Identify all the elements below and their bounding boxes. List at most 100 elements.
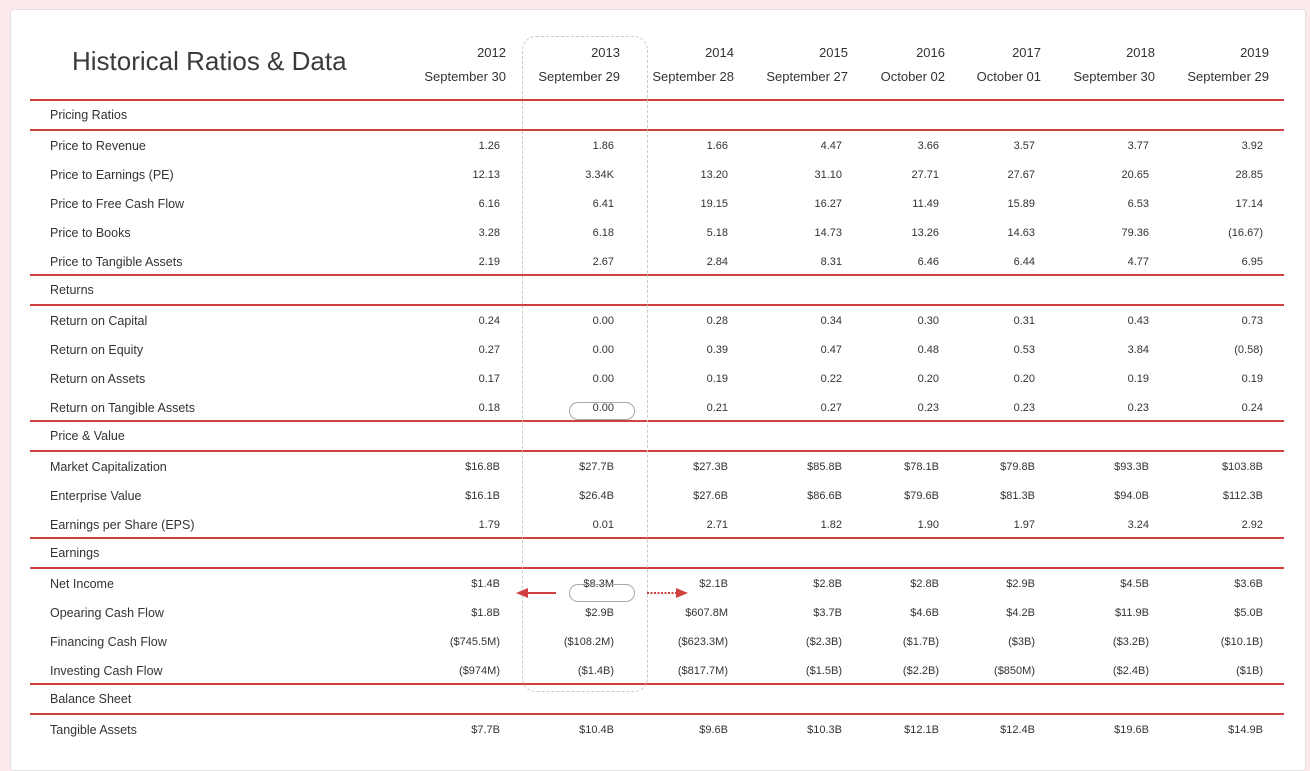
column-date: October 01	[976, 69, 1041, 84]
row-value: 0.34	[820, 315, 842, 327]
row-value: $81.3B	[1000, 490, 1035, 502]
row-value: 27.71	[911, 169, 939, 181]
column-year: 2018	[1126, 45, 1155, 60]
row-value: 6.16	[478, 198, 500, 210]
row-value: (16.67)	[1228, 227, 1263, 239]
row-value: 0.23	[917, 402, 939, 414]
column-date: September 29	[1187, 69, 1269, 84]
row-value: 0.23	[1013, 402, 1035, 414]
row-value: 0.27	[478, 344, 500, 356]
row-value: $112.3B	[1222, 490, 1263, 502]
row-label: Return on Equity	[50, 343, 144, 357]
row-value: 16.27	[814, 198, 842, 210]
row-value: ($745.5M)	[449, 636, 500, 648]
arrow-left-icon	[516, 588, 556, 598]
table-row: Price to Earnings (PE) 12.13 3.34K 13.20 31.…	[0, 161, 1310, 190]
row-value: $79.6B	[904, 490, 939, 502]
row-value: 5.18	[706, 227, 728, 239]
table-row: Opearing Cash Flow $1.8B $2.9B $607.8M $3.7B…	[0, 599, 1310, 628]
row-value: 4.77	[1127, 256, 1149, 268]
row-value: ($817.7M)	[677, 665, 728, 677]
section-header: Returns	[50, 283, 94, 297]
row-value: 14.63	[1007, 227, 1035, 239]
row-value: 31.10	[814, 169, 842, 181]
row-value: 0.39	[706, 344, 728, 356]
row-value: 2.71	[706, 519, 728, 531]
row-value: 20.65	[1121, 169, 1149, 181]
row-value: 3.66	[917, 140, 939, 152]
row-value: 0.31	[1013, 315, 1035, 327]
row-value: ($10.1B)	[1220, 636, 1263, 648]
row-value: ($2.3B)	[805, 636, 842, 648]
row-value: 0.27	[820, 402, 842, 414]
row-value: $86.6B	[807, 490, 842, 502]
row-value: 0.30	[917, 315, 939, 327]
row-value: $12.1B	[904, 724, 939, 736]
divider	[30, 420, 1284, 422]
row-value: $94.0B	[1114, 490, 1149, 502]
row-value: 0.53	[1013, 344, 1035, 356]
column-date: September 30	[1073, 69, 1155, 84]
row-value: $5.0B	[1234, 607, 1263, 619]
row-value: 0.17	[478, 373, 500, 385]
column-year: 2014	[705, 45, 734, 60]
table-row: Return on Assets 0.17 0.00 0.19 0.22 0.20 0.20…	[0, 365, 1310, 394]
divider	[30, 99, 1284, 101]
row-value: 0.47	[820, 344, 842, 356]
row-value: 3.92	[1241, 140, 1263, 152]
row-value: 1.79	[478, 519, 500, 531]
row-value: (0.58)	[1234, 344, 1263, 356]
column-year: 2012	[477, 45, 506, 60]
table-row: Earnings per Share (EPS) 1.79 0.01 2.71 1.82…	[0, 511, 1310, 540]
column-year: 2019	[1240, 45, 1269, 60]
column-date: September 30	[424, 69, 506, 84]
row-value: $16.8B	[465, 461, 500, 473]
divider	[30, 304, 1284, 306]
table-row: Enterprise Value $16.1B $26.4B $27.6B $86.6B…	[0, 482, 1310, 511]
row-value: $2.8B	[813, 578, 842, 590]
row-label: Price to Books	[50, 226, 131, 240]
table-row: Return on Tangible Assets 0.18 0.00 0.21 0.2…	[0, 394, 1310, 423]
row-value: 0.18	[478, 402, 500, 414]
row-label: Enterprise Value	[50, 489, 142, 503]
row-value: $4.5B	[1120, 578, 1149, 590]
row-value: 14.73	[814, 227, 842, 239]
row-label: Return on Capital	[50, 314, 148, 328]
row-label: Investing Cash Flow	[50, 664, 163, 678]
table-row: Price to Tangible Assets 2.19 2.67 2.84 8.31…	[0, 248, 1310, 277]
divider	[30, 274, 1284, 276]
row-value: 6.44	[1013, 256, 1035, 268]
row-value: 0.21	[706, 402, 728, 414]
row-value: 11.49	[912, 198, 939, 210]
row-label: Tangible Assets	[50, 723, 137, 737]
row-value: ($1.7B)	[902, 636, 939, 648]
row-value: 6.46	[917, 256, 939, 268]
row-value: 0.73	[1241, 315, 1263, 327]
row-value: 28.85	[1235, 169, 1263, 181]
divider	[30, 683, 1284, 685]
row-value: 27.67	[1007, 169, 1035, 181]
row-value: ($3.2B)	[1112, 636, 1149, 648]
row-value: 2.92	[1241, 519, 1263, 531]
row-value: $14.9B	[1228, 724, 1263, 736]
table-row: Return on Equity 0.27 0.00 0.39 0.47 0.48 0.53…	[0, 336, 1310, 365]
row-label: Price to Earnings (PE)	[50, 168, 174, 182]
row-value: 0.28	[706, 315, 728, 327]
row-value: 0.20	[917, 373, 939, 385]
column-date: September 27	[766, 69, 848, 84]
row-value: $10.4B	[579, 724, 614, 736]
divider	[30, 129, 1284, 131]
row-label: Return on Tangible Assets	[50, 401, 196, 415]
row-value: 3.77	[1127, 140, 1149, 152]
row-value: $93.3B	[1114, 461, 1149, 473]
row-label: Price to Tangible Assets	[50, 255, 183, 269]
row-value: ($850M)	[994, 665, 1035, 677]
row-value: $4.6B	[910, 607, 939, 619]
table-row: Price to Free Cash Flow 6.16 6.41 19.15 16.2…	[0, 190, 1310, 219]
row-label: Price to Revenue	[50, 139, 146, 153]
row-value: 12.13	[472, 169, 500, 181]
row-value: ($3B)	[1008, 636, 1035, 648]
row-value: 6.95	[1241, 256, 1263, 268]
page-title: Historical Ratios & Data	[72, 46, 347, 76]
row-value: $79.8B	[1000, 461, 1035, 473]
